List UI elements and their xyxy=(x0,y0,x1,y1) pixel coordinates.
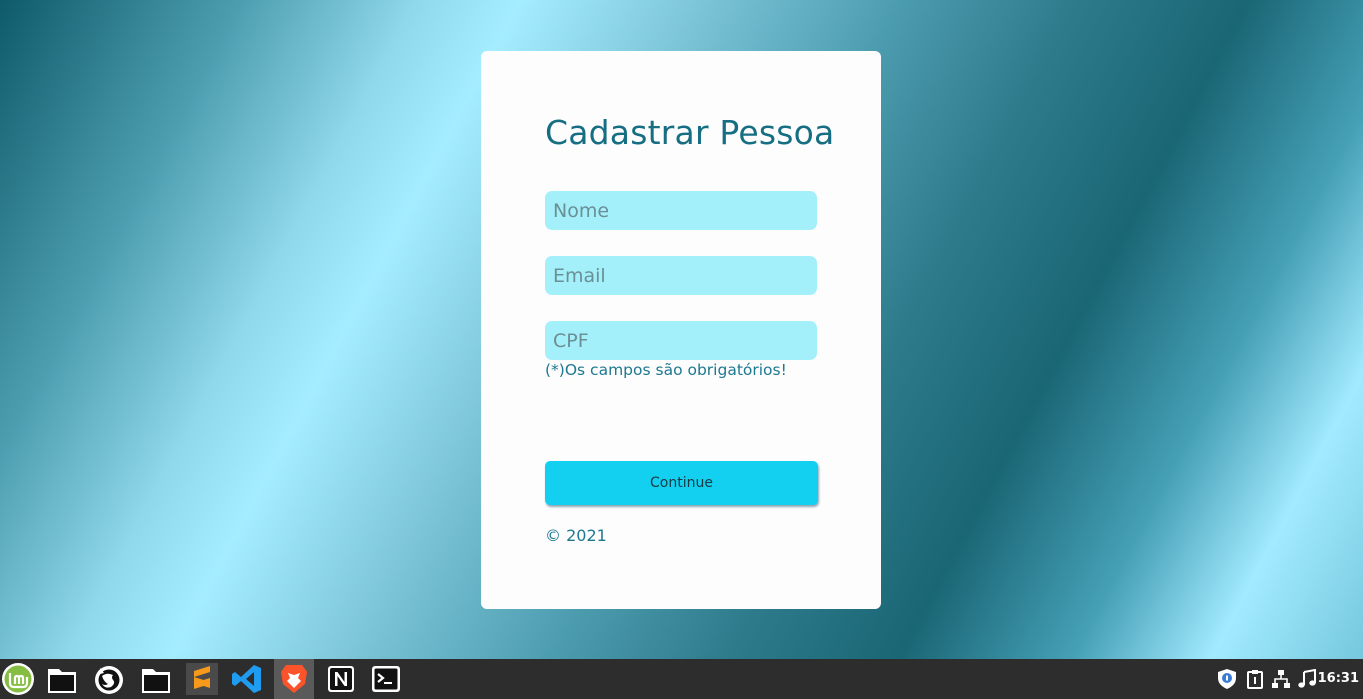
brave-browser-icon[interactable] xyxy=(274,659,314,699)
linux-mint-menu-icon[interactable] xyxy=(0,661,36,697)
continue-button[interactable]: Continue xyxy=(545,461,818,505)
taskbar: 16:31 xyxy=(0,659,1363,699)
terminal-icon[interactable] xyxy=(368,661,404,697)
vscode-icon[interactable] xyxy=(229,661,265,697)
file-manager-icon[interactable] xyxy=(44,661,80,697)
page-title: Cadastrar Pessoa xyxy=(545,113,835,152)
copyright-text: © 2021 xyxy=(545,526,607,545)
shield-update-icon[interactable] xyxy=(1214,659,1240,699)
email-field[interactable] xyxy=(545,256,817,295)
sublime-text-icon[interactable] xyxy=(184,661,220,697)
name-field[interactable] xyxy=(545,191,817,230)
folder-icon[interactable] xyxy=(138,661,174,697)
notion-icon[interactable] xyxy=(323,661,359,697)
sound-icon[interactable] xyxy=(1295,659,1319,699)
desktop-background: Cadastrar Pessoa (*)Os campos são obriga… xyxy=(0,0,1363,659)
required-fields-note: (*)Os campos são obrigatórios! xyxy=(545,361,787,379)
cpf-field[interactable] xyxy=(545,321,817,360)
register-card: Cadastrar Pessoa (*)Os campos são obriga… xyxy=(481,51,881,609)
firefox-icon[interactable] xyxy=(91,661,127,697)
clock[interactable]: 16:31 xyxy=(1318,659,1359,699)
network-icon[interactable] xyxy=(1269,659,1293,699)
clipboard-icon[interactable] xyxy=(1243,659,1267,699)
